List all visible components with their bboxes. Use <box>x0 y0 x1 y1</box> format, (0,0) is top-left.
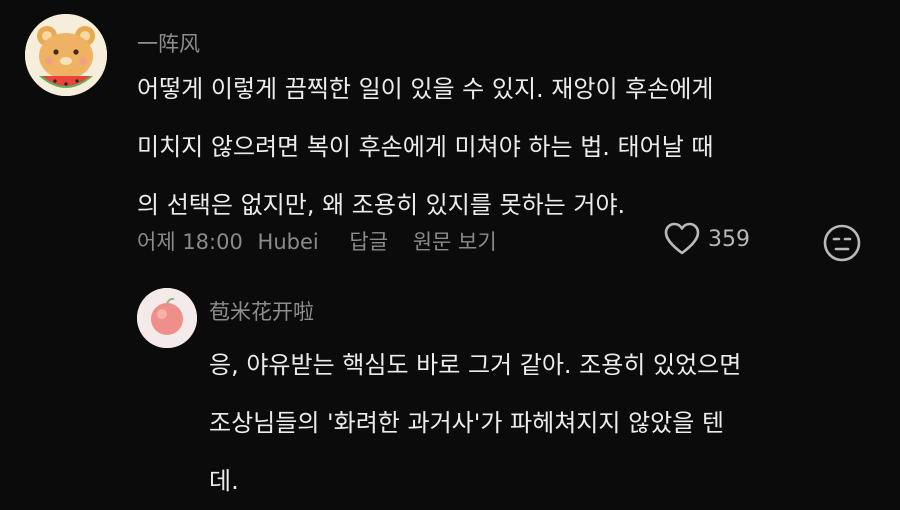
reaction-button[interactable] <box>822 223 862 263</box>
reply-line: 응, 야유받는 핵심도 바로 그거 같아. 조용히 있었으면 <box>209 351 742 379</box>
reply-body: 응, 야유받는 핵심도 바로 그거 같아. 조용히 있었으면 조상님들의 '화려… <box>209 336 741 510</box>
comment-line: 미치지 않으려면 복이 후손에게 미쳐야 하는 법. 태어날 때 <box>137 133 714 161</box>
comment-meta: 어제 18:00 Hubei 답글 원문 보기 <box>137 226 515 256</box>
replier-username[interactable]: 苞米花开啦 <box>209 296 314 326</box>
heart-icon <box>664 222 700 255</box>
reply-line: 조상님들의 '화려한 과거사'가 파헤쳐지지 않았을 텐 <box>209 409 725 437</box>
like-count: 359 <box>708 226 750 252</box>
comment-time: 어제 18:00 <box>137 230 243 254</box>
comment-line: 어떻게 이렇게 끔찍한 일이 있을 수 있지. 재앙이 후손에게 <box>137 75 714 103</box>
view-original-link[interactable]: 원문 보기 <box>413 230 497 254</box>
comment-body: 어떻게 이렇게 끔찍한 일이 있을 수 있지. 재앙이 후손에게 미치지 않으려… <box>137 60 714 234</box>
comment-location: Hubei <box>257 230 319 254</box>
like-button[interactable]: 359 <box>664 222 750 256</box>
commenter-avatar[interactable] <box>25 14 107 96</box>
replier-avatar[interactable] <box>137 288 197 348</box>
reply-link[interactable]: 답글 <box>349 230 388 254</box>
reply-line: 데. <box>209 467 239 495</box>
neutral-face-icon <box>823 224 861 262</box>
commenter-username[interactable]: 一阵风 <box>137 28 200 58</box>
